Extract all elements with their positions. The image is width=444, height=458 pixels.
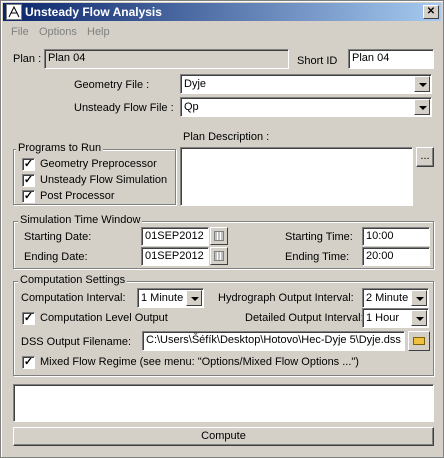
mixed-flow-regime-label: Mixed Flow Regime (see menu: "Options/Mi…: [40, 356, 359, 368]
plan-label: Plan :: [13, 53, 42, 65]
computation-level-output-checkbox[interactable]: ✓: [22, 312, 35, 325]
hydrograph-output-interval-select[interactable]: 2 Minute: [362, 288, 429, 308]
plan-description-button[interactable]: ...: [416, 147, 434, 167]
starting-date-label: Starting Date:: [24, 231, 92, 243]
starting-date-field[interactable]: 01SEP2012: [141, 227, 209, 246]
geometry-preprocessor-checkbox[interactable]: ✓: [22, 158, 35, 171]
hydrograph-output-interval-value: 2 Minute: [366, 292, 409, 304]
unsteady-flow-window: Unsteady Flow Analysis ✕ File Options He…: [0, 0, 444, 458]
starting-time-field[interactable]: 10:00: [362, 227, 430, 246]
ending-time-field[interactable]: 20:00: [362, 247, 430, 266]
chevron-down-icon[interactable]: [414, 99, 430, 115]
window-title: Unsteady Flow Analysis: [25, 5, 162, 19]
chevron-down-icon[interactable]: [414, 76, 430, 92]
menu-help[interactable]: Help: [87, 26, 110, 38]
menu-options[interactable]: Options: [39, 26, 77, 38]
plan-field: Plan 04: [44, 49, 289, 69]
unsteady-flow-simulation-label: Unsteady Flow Simulation: [40, 174, 168, 186]
time-window-group-title: Simulation Time Window: [18, 214, 143, 226]
post-processor-checkbox[interactable]: ✓: [22, 190, 35, 203]
status-text-area: [13, 384, 434, 422]
detailed-output-interval-label: Detailed Output Interval:: [245, 312, 364, 324]
chevron-down-icon[interactable]: [411, 290, 427, 306]
chevron-down-icon[interactable]: [186, 290, 202, 306]
geometry-file-value: Dyje: [184, 78, 207, 90]
chevron-down-icon[interactable]: [411, 310, 427, 326]
dss-output-filename-label: DSS Output Filename:: [21, 336, 132, 348]
close-button[interactable]: ✕: [423, 5, 439, 19]
unsteady-flow-file-label: Unsteady Flow File :: [74, 102, 174, 114]
dss-output-filename-field[interactable]: C:\Users\Šéfík\Desktop\Hotovo\Hec-Dyje 5…: [142, 331, 405, 351]
title-bar: Unsteady Flow Analysis ✕: [3, 3, 441, 21]
computation-interval-select[interactable]: 1 Minute: [137, 288, 204, 308]
hydrograph-output-interval-label: Hydrograph Output Interval:: [218, 292, 354, 304]
calendar-icon[interactable]: [210, 247, 228, 265]
ending-date-field[interactable]: 01SEP2012: [141, 247, 209, 266]
mixed-flow-regime-checkbox[interactable]: ✓: [22, 356, 35, 369]
computation-group-title: Computation Settings: [18, 274, 128, 286]
geometry-preprocessor-label: Geometry Preprocessor: [40, 158, 157, 170]
calendar-icon[interactable]: [210, 227, 228, 245]
short-id-label: Short ID: [297, 55, 338, 67]
detailed-output-interval-value: 1 Hour: [366, 312, 400, 324]
menu-bar: File Options Help: [3, 23, 441, 41]
unsteady-flow-file-select[interactable]: Qp: [180, 97, 432, 117]
ending-time-label: Ending Time:: [285, 251, 350, 263]
computation-level-output-label: Computation Level Output: [40, 312, 168, 324]
starting-time-label: Starting Time:: [285, 231, 353, 243]
geometry-file-select[interactable]: Dyje: [180, 74, 432, 94]
plan-description-textarea[interactable]: [180, 147, 413, 206]
plan-description-label: Plan Description :: [183, 131, 270, 143]
unsteady-flow-simulation-checkbox[interactable]: ✓: [22, 174, 35, 187]
computation-interval-label: Computation Interval:: [21, 292, 126, 304]
programs-group-title: Programs to Run: [16, 142, 104, 154]
folder-open-icon[interactable]: [408, 331, 430, 351]
app-icon: [6, 4, 22, 20]
short-id-field[interactable]: Plan 04: [348, 49, 434, 69]
detailed-output-interval-select[interactable]: 1 Hour: [362, 308, 429, 328]
unsteady-flow-file-value: Qp: [184, 101, 199, 113]
menu-file[interactable]: File: [11, 26, 29, 38]
post-processor-label: Post Processor: [40, 190, 115, 202]
compute-button[interactable]: Compute: [13, 427, 434, 446]
computation-interval-value: 1 Minute: [141, 292, 184, 304]
ending-date-label: Ending Date:: [24, 251, 88, 263]
geometry-file-label: Geometry File :: [74, 79, 150, 91]
